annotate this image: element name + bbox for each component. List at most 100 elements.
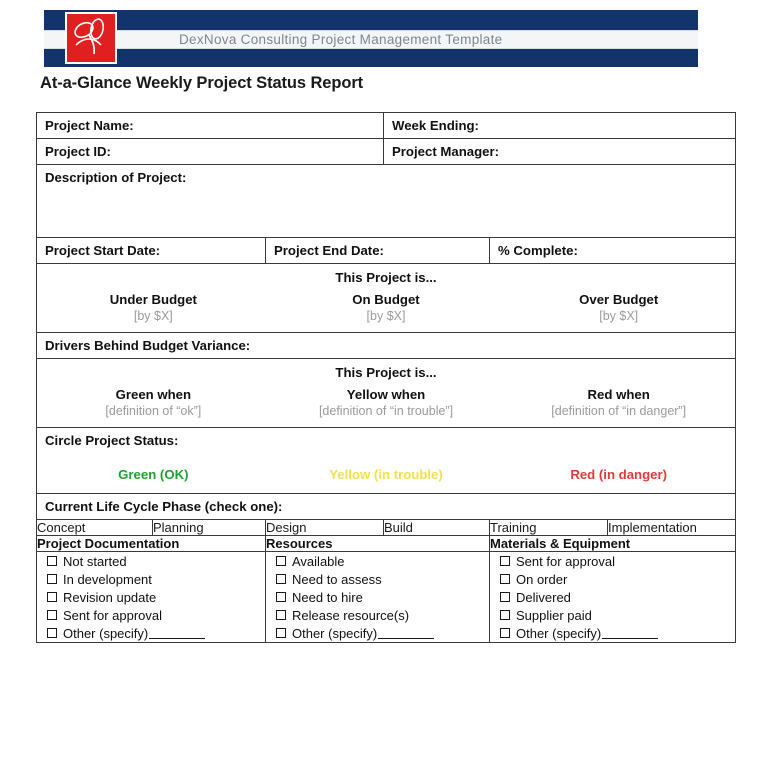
checkbox-label: Revision update (63, 589, 157, 605)
checkbox-label: In development (63, 571, 152, 587)
checkbox-item[interactable]: Delivered (490, 588, 735, 606)
budget-option-under-label: Under Budget (109, 292, 197, 307)
checkbox-item[interactable]: Need to assess (266, 570, 489, 588)
checkbox-icon[interactable] (47, 610, 57, 620)
field-description-of-project[interactable]: Description of Project: (36, 164, 736, 238)
checkbox-label: Need to hire (292, 589, 363, 605)
field-week-ending[interactable]: Week Ending: (383, 112, 736, 139)
checkbox-icon[interactable] (500, 592, 510, 602)
field-current-life-cycle-phase: Current Life Cycle Phase (check one): (36, 493, 736, 520)
ryg-option-red[interactable]: Red when [definition of “in danger”] (502, 382, 735, 427)
other-specify-blank-line[interactable] (378, 627, 435, 639)
circle-status-red[interactable]: Red (in danger) (502, 467, 735, 482)
checkbox-item[interactable]: On order (490, 570, 735, 588)
ryg-option-green-label: Green when (115, 387, 192, 402)
checkbox-icon[interactable] (47, 574, 57, 584)
field-drivers-behind-budget-variance[interactable]: Drivers Behind Budget Variance: (36, 332, 736, 359)
ryg-option-green[interactable]: Green when [definition of “ok”] (37, 382, 270, 427)
phase-design[interactable]: Design (265, 519, 384, 536)
checkbox-icon[interactable] (276, 556, 286, 566)
checkbox-icon[interactable] (47, 556, 57, 566)
checkbox-item[interactable]: In development (37, 570, 265, 588)
other-specify-blank-line[interactable] (149, 627, 206, 639)
checkbox-icon[interactable] (500, 628, 510, 638)
table-row: Drivers Behind Budget Variance: (36, 332, 736, 359)
ryg-band-title: This Project is... (335, 365, 437, 380)
checkbox-icon[interactable] (500, 574, 510, 584)
table-row: Project Name: Week Ending: (36, 112, 736, 139)
field-project-manager[interactable]: Project Manager: (383, 138, 736, 165)
checkbox-item[interactable]: Not started (37, 552, 265, 570)
field-percent-complete[interactable]: % Complete: (489, 237, 736, 264)
checkbox-icon[interactable] (276, 574, 286, 584)
ryg-option-yellow-definition: [definition of “in trouble”] (318, 404, 454, 418)
checkbox-icon[interactable] (500, 610, 510, 620)
checkbox-item[interactable]: Other (specify) (37, 624, 265, 642)
checkbox-label: Sent for approval (63, 607, 163, 623)
phase-training[interactable]: Training (489, 519, 608, 536)
checkbox-item[interactable]: Sent for approval (37, 606, 265, 624)
table-row: Project Start Date: Project End Date: % … (36, 237, 736, 264)
checkbox-item[interactable]: Other (specify) (266, 624, 489, 642)
checkbox-item[interactable]: Sent for approval (490, 552, 735, 570)
ryg-options: Green when [definition of “ok”] Yellow w… (37, 382, 735, 427)
circle-project-status-section: Circle Project Status: Green (OK) Yellow… (36, 427, 736, 494)
budget-option-over[interactable]: Over Budget [by $X] (502, 287, 735, 332)
budget-band-title: This Project is... (335, 270, 437, 285)
field-project-end-date[interactable]: Project End Date: (265, 237, 490, 264)
checkbox-icon[interactable] (47, 628, 57, 638)
checklist-project-documentation: Not started In development Revision upda… (36, 551, 266, 643)
table-row: Description of Project: (36, 164, 736, 238)
checkbox-icon[interactable] (276, 592, 286, 602)
checkbox-label: Supplier paid (516, 607, 592, 623)
table-row: Circle Project Status: Green (OK) Yellow… (36, 427, 736, 494)
checkbox-label: Delivered (516, 589, 571, 605)
label-current-life-cycle-phase: Current Life Cycle Phase (check one): (45, 499, 283, 514)
circle-status-yellow[interactable]: Yellow (in trouble) (270, 467, 503, 482)
budget-option-over-amount: [by $X] (599, 309, 639, 323)
field-project-id[interactable]: Project ID: (36, 138, 384, 165)
phase-build[interactable]: Build (383, 519, 490, 536)
checklist-materials-equipment: Sent for approval On order Delivered Sup… (489, 551, 736, 643)
table-row: Project Documentation Resources Material… (36, 535, 736, 552)
other-specify-blank-line[interactable] (602, 627, 659, 639)
checkbox-label: Other (specify) (63, 625, 149, 641)
checkbox-item[interactable]: Available (266, 552, 489, 570)
ryg-option-yellow[interactable]: Yellow when [definition of “in trouble”] (270, 382, 503, 427)
checkbox-label: On order (516, 571, 568, 587)
checkbox-item[interactable]: Revision update (37, 588, 265, 606)
status-report-form: Project Name: Week Ending: Project ID: P… (36, 112, 736, 643)
field-project-start-date[interactable]: Project Start Date: (36, 237, 266, 264)
checkbox-label: Sent for approval (516, 553, 616, 569)
label-project-name: Project Name: (45, 118, 134, 133)
label-week-ending: Week Ending: (392, 118, 479, 133)
phase-concept[interactable]: Concept (36, 519, 153, 536)
banner-navy-bottom-stripe (44, 49, 698, 67)
table-row: Project ID: Project Manager: (36, 138, 736, 165)
budget-option-under-amount: [by $X] (133, 309, 173, 323)
budget-status-band: This Project is... Under Budget [by $X] … (36, 263, 736, 333)
field-project-name[interactable]: Project Name: (36, 112, 384, 139)
checkbox-label: Release resource(s) (292, 607, 410, 623)
checkbox-item[interactable]: Supplier paid (490, 606, 735, 624)
budget-option-on-label: On Budget (352, 292, 420, 307)
table-row: Concept Planning Design Build Training I… (36, 519, 736, 536)
phase-planning[interactable]: Planning (152, 519, 266, 536)
label-project-end-date: Project End Date: (274, 243, 384, 258)
checkbox-icon[interactable] (47, 592, 57, 602)
budget-option-on[interactable]: On Budget [by $X] (270, 287, 503, 332)
heading-materials-equipment: Materials & Equipment (489, 535, 736, 552)
checkbox-item[interactable]: Need to hire (266, 588, 489, 606)
checkbox-icon[interactable] (276, 628, 286, 638)
checkbox-item[interactable]: Other (specify) (490, 624, 735, 642)
phase-implementation[interactable]: Implementation (607, 519, 736, 536)
checkbox-item[interactable]: Release resource(s) (266, 606, 489, 624)
ryg-option-green-definition: [definition of “ok”] (105, 404, 202, 418)
checkbox-label: Available (292, 553, 345, 569)
checkbox-icon[interactable] (276, 610, 286, 620)
ryg-option-red-definition: [definition of “in danger”] (551, 404, 687, 418)
budget-option-under[interactable]: Under Budget [by $X] (37, 287, 270, 332)
budget-option-over-label: Over Budget (579, 292, 659, 307)
circle-status-green[interactable]: Green (OK) (37, 467, 270, 482)
checkbox-icon[interactable] (500, 556, 510, 566)
